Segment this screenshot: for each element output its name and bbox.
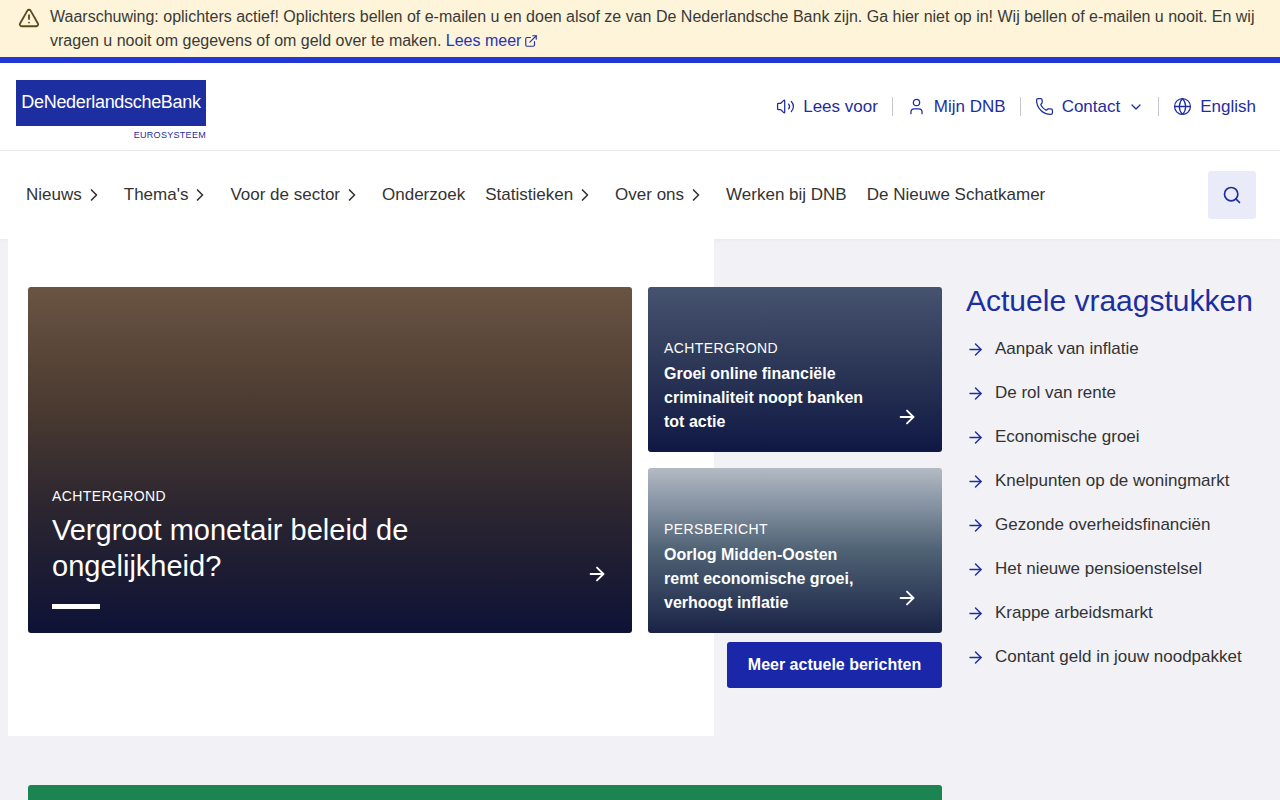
topic-link[interactable]: De rol van rente [966, 371, 1253, 415]
arrow-right-icon [966, 516, 985, 535]
topic-link[interactable]: Krappe arbeidsmarkt [966, 591, 1253, 635]
card-title: Vergroot monetair beleid de ongelijkheid… [52, 512, 472, 584]
external-link-icon [524, 34, 538, 48]
card-text: ACHTERGROND Vergroot monetair beleid de o… [52, 488, 472, 609]
nav-item[interactable]: Onderzoek [382, 185, 465, 205]
nav-item[interactable]: Statistieken [485, 185, 595, 205]
header: DeNederlandscheBank EUROSYSTEEM Lees voorM… [0, 63, 1280, 151]
topic-link[interactable]: Aanpak van inflatie [966, 327, 1253, 371]
topic-link[interactable]: Knelpunten op de woningmarkt [966, 459, 1253, 503]
arrow-right-icon [896, 406, 918, 428]
main-nav: Nieuws Thema's Voor de sector Onderzoek Stat… [0, 151, 1280, 239]
news-card[interactable]: ACHTERGROND Vergroot monetair beleid de o… [28, 287, 632, 633]
arrow-right-icon [966, 560, 985, 579]
card-title: Groei online financiële criminaliteit no… [664, 362, 864, 434]
logo[interactable]: DeNederlandscheBank EUROSYSTEEM [16, 74, 206, 140]
news-card[interactable]: PERSBERICHT Oorlog Midden-Oosten remt eco… [648, 468, 942, 633]
arrow-right-icon [966, 384, 985, 403]
arrow-right-icon [966, 604, 985, 623]
nav-list: Nieuws Thema's Voor de sector Onderzoek Stat… [26, 185, 1208, 205]
topics-panel: Actuele vraagstukken Aanpak van inflatieD… [966, 281, 1253, 688]
topic-link[interactable]: Het nieuwe pensioenstelsel [966, 547, 1253, 591]
chevron-right-icon [190, 185, 210, 205]
news-card[interactable]: ACHTERGROND Groei online financiële crimi… [648, 287, 942, 452]
card-kicker: PERSBERICHT [664, 521, 864, 537]
utility-nav: Lees voorMijn DNBContactEnglish [762, 97, 1256, 116]
arrow-right-icon [966, 428, 985, 447]
card-underline [52, 604, 100, 609]
chevron-right-icon [575, 185, 595, 205]
nav-item[interactable]: Thema's [124, 185, 211, 205]
topic-link[interactable]: Gezonde overheidsfinanciën [966, 503, 1253, 547]
arrow-right-icon [966, 648, 985, 667]
globe-icon [1173, 97, 1192, 116]
arrow-right-icon [896, 587, 918, 609]
card-text: PERSBERICHT Oorlog Midden-Oosten remt eco… [664, 521, 864, 615]
topic-link[interactable]: Economische groei [966, 415, 1253, 459]
news-section: ACHTERGROND Vergroot monetair beleid de o… [8, 239, 1280, 736]
warning-icon [18, 7, 40, 29]
nav-item[interactable]: Over ons [615, 185, 706, 205]
card-arrow [896, 587, 918, 615]
card-arrow [586, 563, 608, 609]
warning-text: Waarschuwing: oplichters actief! Oplicht… [50, 5, 1264, 53]
arrow-right-icon [966, 472, 985, 491]
card-text: ACHTERGROND Groei online financiële crimi… [664, 340, 864, 434]
speaker-icon [776, 97, 795, 116]
card-grid: ACHTERGROND Vergroot monetair beleid de o… [28, 287, 942, 688]
chevron-right-icon [686, 185, 706, 205]
card-arrow [896, 406, 918, 434]
card-kicker: ACHTERGROND [664, 340, 864, 356]
search-button[interactable] [1208, 171, 1256, 219]
nav-item[interactable]: Werken bij DNB [726, 185, 847, 205]
chevron-right-icon [84, 185, 104, 205]
arrow-right-icon [586, 563, 608, 585]
nav-item[interactable]: De Nieuwe Schatkamer [867, 185, 1046, 205]
warning-banner: Waarschuwing: oplichters actief! Oplicht… [0, 0, 1280, 63]
page: Waarschuwing: oplichters actief! Oplicht… [0, 0, 1280, 800]
more-news-button[interactable]: Meer actuele berichten [727, 642, 942, 688]
utility-link[interactable]: Lees voor [762, 97, 892, 116]
logo-box[interactable]: DeNederlandscheBank [16, 80, 206, 126]
arrow-right-icon [966, 340, 985, 359]
user-icon [907, 97, 926, 116]
card-title: Oorlog Midden-Oosten remt economische gr… [664, 543, 864, 615]
nav-item[interactable]: Nieuws [26, 185, 104, 205]
topic-link[interactable]: Contant geld in jouw noodpakket [966, 635, 1253, 679]
utility-link[interactable]: English [1158, 97, 1256, 116]
green-banner [28, 785, 942, 800]
nav-item[interactable]: Voor de sector [230, 185, 362, 205]
utility-link[interactable]: Mijn DNB [892, 97, 1020, 116]
logo-subtitle: EUROSYSTEEM [134, 130, 206, 140]
card-kicker: ACHTERGROND [52, 488, 472, 504]
search-icon [1222, 185, 1242, 205]
more-row: Meer actuele berichten [648, 642, 942, 688]
phone-icon [1035, 97, 1054, 116]
read-more-link[interactable]: Lees meer [446, 29, 539, 53]
chevron-down-icon [1128, 99, 1144, 115]
chevron-right-icon [342, 185, 362, 205]
topics-title: Actuele vraagstukken [966, 281, 1253, 321]
utility-link[interactable]: Contact [1020, 97, 1159, 116]
